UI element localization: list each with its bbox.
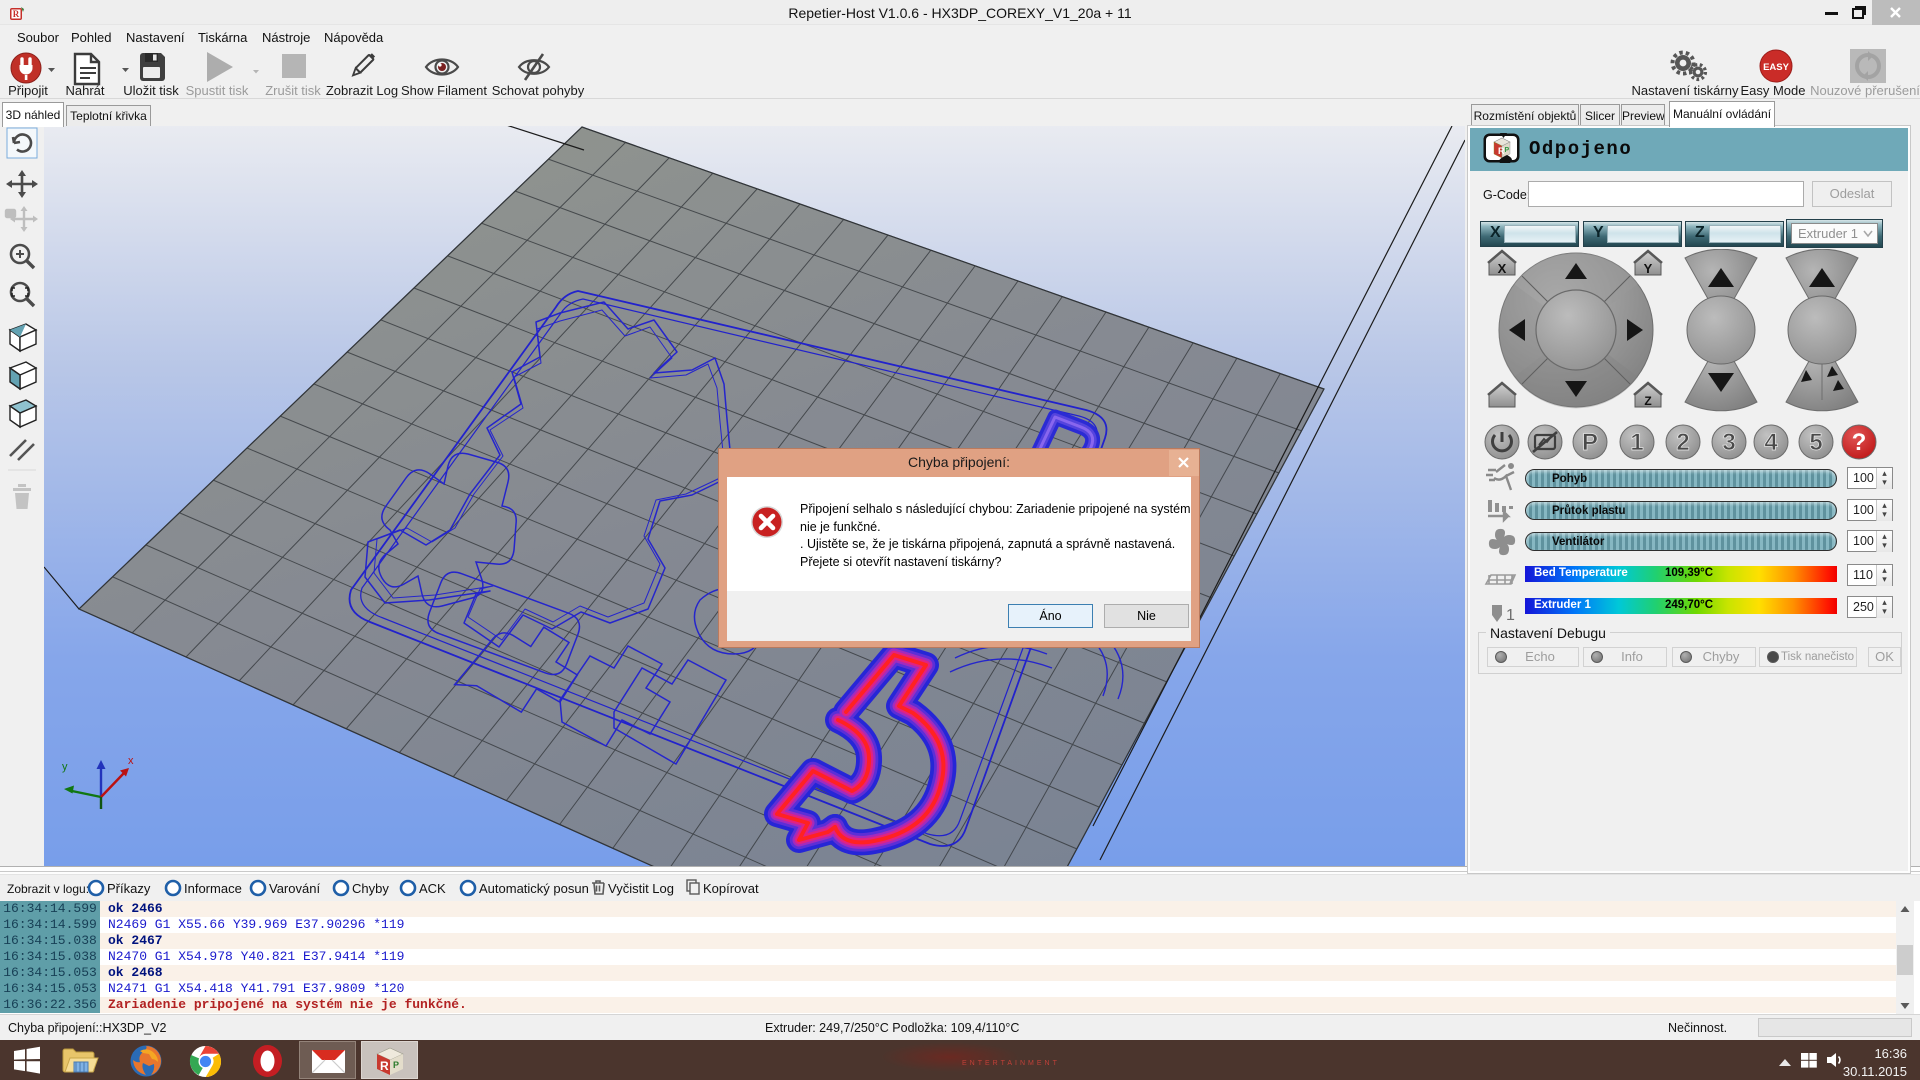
- svg-text:y: y: [62, 761, 68, 773]
- svg-text:x: x: [128, 755, 134, 767]
- svg-text:R: R: [13, 9, 20, 19]
- svg-text:3: 3: [1722, 429, 1735, 456]
- svg-text:Z: Z: [1644, 394, 1651, 408]
- svg-text:4: 4: [1764, 429, 1778, 456]
- svg-text:EASY: EASY: [1763, 62, 1790, 73]
- svg-text:P: P: [393, 1060, 399, 1070]
- svg-text:1: 1: [1630, 429, 1643, 456]
- svg-text:2: 2: [1676, 429, 1689, 456]
- svg-text:1: 1: [1506, 607, 1515, 622]
- svg-text:Y: Y: [1644, 261, 1653, 276]
- svg-text:P: P: [1505, 147, 1510, 154]
- svg-text:X: X: [1498, 261, 1507, 276]
- svg-text:?: ?: [1852, 429, 1867, 456]
- svg-text:P: P: [1582, 429, 1598, 456]
- svg-text:5: 5: [1809, 429, 1822, 456]
- svg-text:R: R: [380, 1059, 389, 1073]
